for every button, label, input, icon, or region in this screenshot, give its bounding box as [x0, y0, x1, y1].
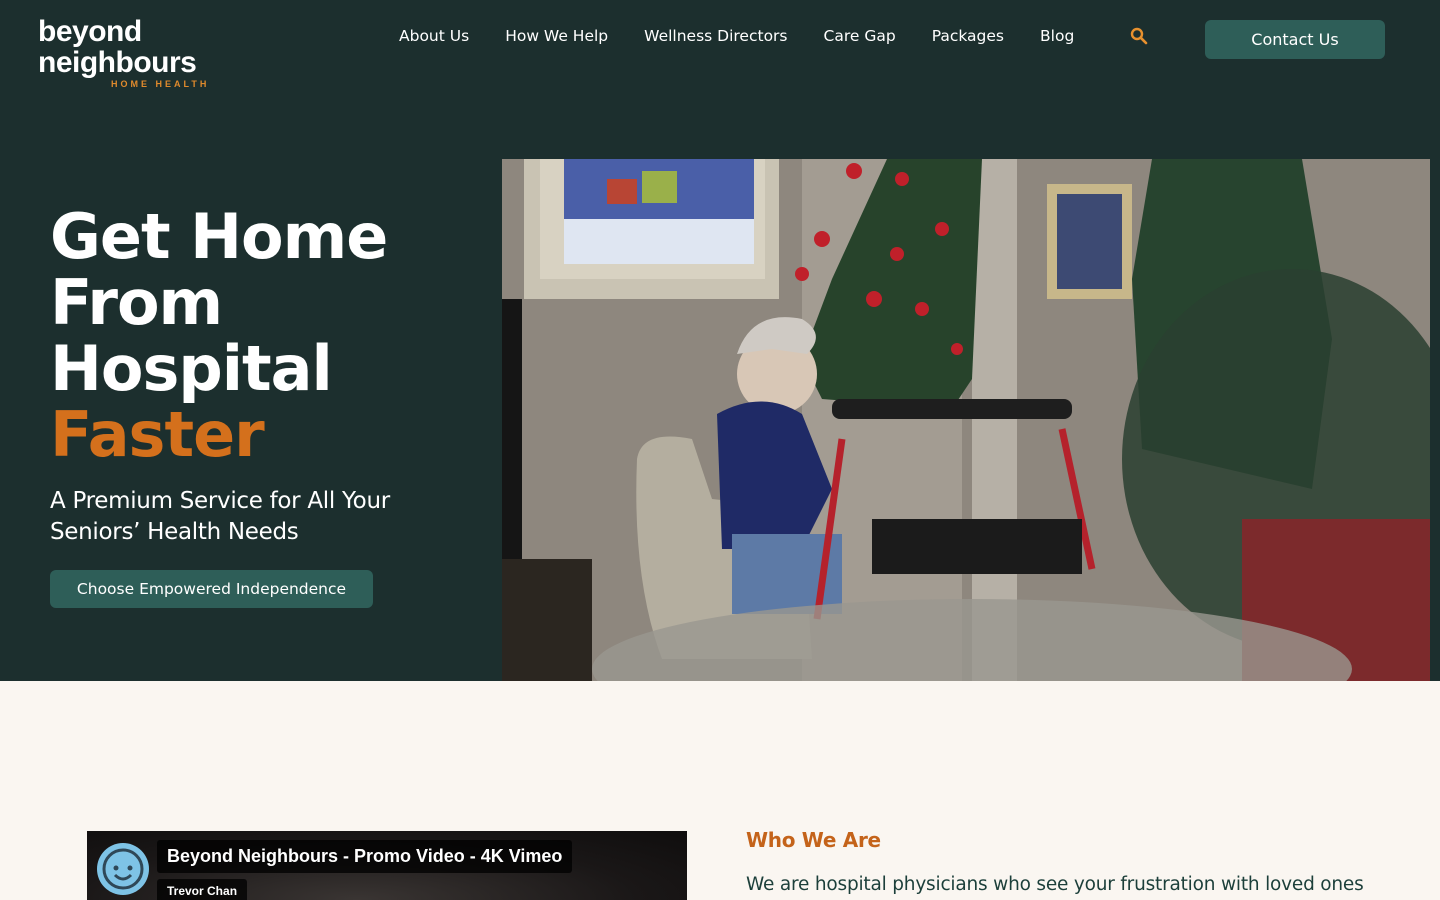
nav-about-us[interactable]: About Us — [399, 24, 469, 48]
hero-heading: Get Home From Hospital Faster — [50, 200, 388, 471]
logo-tagline: HOME HEALTH — [111, 79, 210, 89]
hero-heading-line: Get Home — [50, 200, 388, 273]
main-nav: About Us How We Help Wellness Directors … — [399, 24, 1110, 48]
hero-heading-accent: Faster — [50, 398, 265, 471]
contact-us-button[interactable]: Contact Us — [1205, 20, 1385, 59]
hero-subheading: A Premium Service for All Your Seniors’ … — [50, 488, 390, 545]
logo-line-1: beyond — [38, 15, 142, 48]
hero-section: beyond neighbours HOME HEALTH About Us H… — [0, 0, 1440, 681]
site-logo[interactable]: beyond neighbours HOME HEALTH — [38, 16, 209, 89]
hero-photo — [502, 159, 1430, 681]
who-we-are-heading: Who We Are — [746, 828, 881, 852]
nav-care-gap[interactable]: Care Gap — [824, 24, 896, 48]
who-we-are-text: We are hospital physicians who see your … — [746, 874, 1364, 895]
video-title[interactable]: Beyond Neighbours - Promo Video - 4K Vim… — [157, 840, 573, 873]
hero-heading-line: From — [50, 266, 223, 339]
hero-heading-line: Hospital — [50, 332, 333, 405]
nav-how-we-help[interactable]: How We Help — [505, 24, 608, 48]
promo-video-embed[interactable]: Beyond Neighbours - Promo Video - 4K Vim… — [87, 831, 687, 900]
nav-blog[interactable]: Blog — [1040, 24, 1074, 48]
search-icon[interactable] — [1130, 27, 1148, 45]
video-author-avatar[interactable] — [97, 843, 149, 895]
choose-empowered-independence-button[interactable]: Choose Empowered Independence — [50, 570, 373, 608]
hero-photo-illustration — [502, 159, 1430, 681]
nav-wellness-directors[interactable]: Wellness Directors — [644, 24, 787, 48]
video-author[interactable]: Trevor Chan — [157, 879, 248, 900]
nav-packages[interactable]: Packages — [932, 24, 1004, 48]
logo-line-2: neighbours — [38, 46, 197, 79]
